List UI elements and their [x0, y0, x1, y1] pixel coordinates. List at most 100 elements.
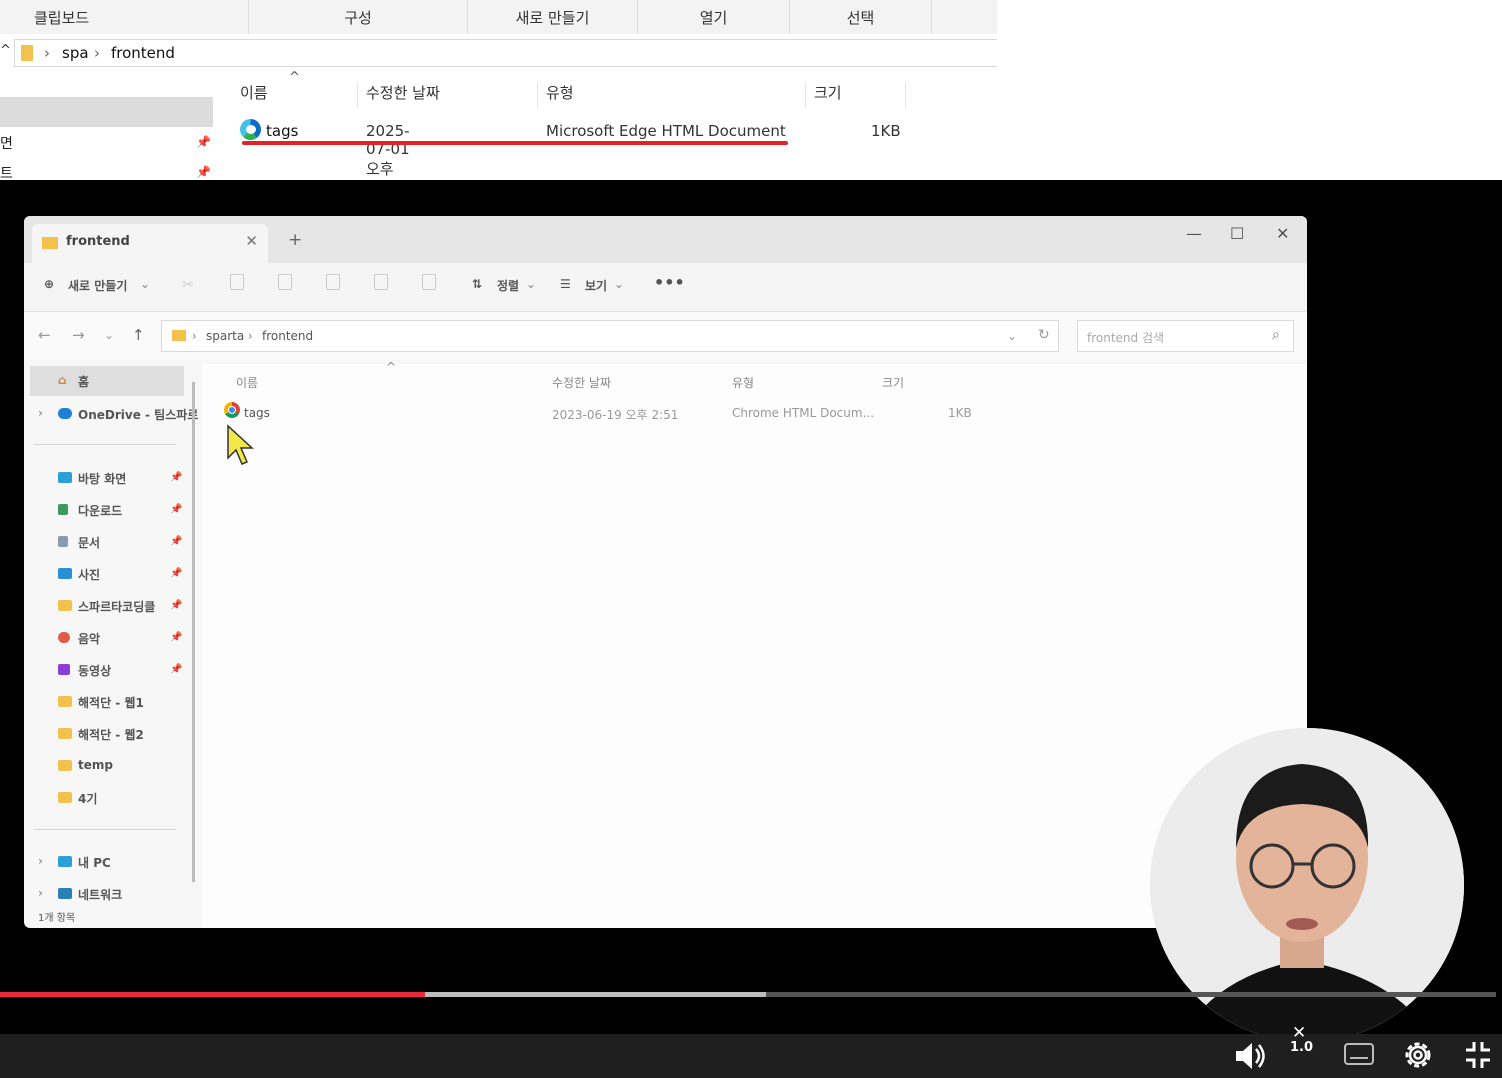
ribbon: 클립보드 구성 새로 만들기 열기 선택 [0, 0, 997, 34]
nav-up-cut[interactable]: ^ [0, 43, 11, 58]
divider [34, 829, 176, 830]
folder-icon [21, 45, 33, 61]
tab-title: frontend [66, 234, 130, 249]
sidebar-item-folder[interactable]: 4기 [78, 790, 97, 807]
sidebar-item-folder[interactable]: 해적단 - 웹1 [78, 694, 144, 711]
sidebar-item-home[interactable]: 홈 [78, 373, 89, 390]
ribbon-organize[interactable]: 구성 [249, 0, 468, 34]
rename-icon[interactable] [326, 274, 340, 290]
address-bar[interactable]: › sparta › frontend ⌄ ↻ [161, 320, 1059, 352]
player-controls [0, 1034, 1502, 1078]
column-header-modified[interactable]: 수정한 날짜 [552, 374, 611, 391]
column-header-size[interactable]: 크기 [882, 374, 904, 391]
captions-icon[interactable] [1340, 1034, 1380, 1078]
column-header-type[interactable]: 유형 [538, 82, 806, 108]
sidebar-item-music[interactable]: 음악 [78, 630, 100, 647]
tab-frontend[interactable]: frontend ✕ [32, 224, 268, 263]
sidebar-scrollbar[interactable] [192, 382, 195, 882]
sidebar-item-pictures[interactable]: 사진 [78, 566, 100, 583]
settings-gear-icon[interactable] [1398, 1034, 1438, 1078]
sidebar-item-pc[interactable]: 내 PC [78, 854, 111, 871]
sidebar-item-folder[interactable]: 해적단 - 웹2 [78, 726, 144, 743]
tab-bar: frontend ✕ + — ☐ ✕ [24, 216, 1307, 263]
nav-item-cut[interactable]: 면 [0, 133, 13, 153]
ribbon-open[interactable]: 열기 [638, 0, 790, 34]
playback-speed-value[interactable]: 1.0 [1290, 1040, 1313, 1055]
column-header-modified[interactable]: 수정한 날짜 [358, 82, 538, 108]
folder-icon [58, 760, 72, 771]
sort-button[interactable]: 정렬 [497, 277, 519, 294]
folder-icon [58, 600, 72, 611]
forward-icon[interactable]: → [72, 326, 85, 344]
breadcrumb-sparta[interactable]: sparta [206, 329, 244, 343]
new-button[interactable]: 새로 만들기 [68, 277, 127, 294]
volume-icon[interactable] [1230, 1034, 1270, 1078]
sidebar-item-folder[interactable]: temp [78, 758, 113, 772]
breadcrumb-spa[interactable]: spa [62, 44, 89, 62]
pin-icon: 📌 [196, 135, 211, 149]
pin-icon: 📌 [170, 536, 183, 547]
breadcrumb-frontend[interactable]: frontend [111, 44, 175, 62]
video-explorer-window: frontend ✕ + — ☐ ✕ ⊕ 새로 만들기 ⌄ ✂ ⇅ 정렬 ⌄ ☰… [24, 216, 1307, 928]
column-header-name[interactable]: 이름 [236, 374, 258, 391]
sidebar-item-onedrive[interactable]: OneDrive - 팀스파르 [78, 406, 198, 423]
cut-icon[interactable]: ✂ [182, 277, 194, 293]
ribbon-clipboard[interactable]: 클립보드 [0, 0, 249, 34]
expand-icon[interactable]: › [38, 854, 43, 868]
column-header-name[interactable]: 이름 [232, 82, 358, 108]
command-bar: ⊕ 새로 만들기 ⌄ ✂ ⇅ 정렬 ⌄ ☰ 보기 ⌄ ••• [24, 263, 1307, 312]
column-header-size[interactable]: 크기 [806, 82, 906, 108]
folder-icon [58, 792, 72, 803]
sidebar-item-desktop[interactable]: 바탕 화면 [78, 470, 126, 487]
view-icon: ☰ [560, 277, 571, 291]
file-modified: 2025-07-01 오후 2:15 [366, 122, 410, 180]
refresh-icon[interactable]: ↻ [1038, 327, 1050, 343]
nav-selected-item[interactable] [0, 97, 213, 127]
file-name: tags [244, 406, 270, 420]
sidebar-item-network[interactable]: 네트워크 [78, 886, 122, 903]
breadcrumb-frontend[interactable]: frontend [262, 329, 313, 343]
copy-icon[interactable] [230, 274, 244, 290]
ribbon-select[interactable]: 선택 [790, 0, 932, 34]
column-header-type[interactable]: 유형 [732, 374, 754, 391]
nav-item-cut[interactable]: 트 [0, 163, 13, 180]
cloud-icon [58, 408, 72, 419]
sidebar-item-documents[interactable]: 문서 [78, 534, 100, 551]
up-icon[interactable]: ↑ [132, 326, 145, 344]
ribbon-new[interactable]: 새로 만들기 [468, 0, 638, 34]
search-input[interactable]: frontend 검색 ⌕ [1077, 320, 1294, 352]
file-type: Chrome HTML Docum... [732, 406, 875, 420]
file-size: 1KB [948, 406, 972, 420]
folder-icon [172, 330, 186, 341]
music-icon [58, 632, 70, 643]
recent-dropdown-icon[interactable]: ⌄ [104, 328, 114, 342]
paste-icon[interactable] [278, 274, 292, 290]
maximize-icon[interactable]: ☐ [1230, 224, 1244, 243]
sidebar-item-videos[interactable]: 동영상 [78, 662, 111, 679]
more-icon[interactable]: ••• [654, 273, 685, 292]
view-button[interactable]: 보기 [585, 277, 607, 294]
address-bar[interactable]: › spa › frontend [14, 39, 997, 67]
delete-icon[interactable] [422, 274, 436, 290]
pc-icon [58, 856, 72, 867]
expand-icon[interactable]: › [38, 886, 43, 900]
expand-icon[interactable]: › [38, 406, 43, 420]
sidebar-item-downloads[interactable]: 다운로드 [78, 502, 122, 519]
exit-fullscreen-icon[interactable] [1458, 1034, 1498, 1078]
close-tab-icon[interactable]: ✕ [245, 232, 258, 250]
network-icon [58, 888, 72, 899]
pin-icon: 📌 [170, 504, 183, 515]
new-tab-button[interactable]: + [288, 230, 302, 250]
video-progress-bar[interactable] [0, 992, 1496, 997]
pin-icon: 📌 [196, 165, 211, 179]
chevron-down-icon[interactable]: ⌄ [1007, 329, 1017, 343]
share-icon[interactable] [374, 274, 388, 290]
red-underline-annotation [242, 141, 788, 145]
back-icon[interactable]: ← [38, 326, 51, 344]
search-placeholder: frontend 검색 [1087, 331, 1165, 345]
close-window-icon[interactable]: ✕ [1276, 224, 1289, 243]
minimize-icon[interactable]: — [1186, 224, 1202, 243]
document-icon [58, 536, 68, 547]
sidebar-item-sparta-folder[interactable]: 스파르타코딩클 [78, 598, 170, 615]
file-type: Microsoft Edge HTML Document [546, 122, 786, 140]
